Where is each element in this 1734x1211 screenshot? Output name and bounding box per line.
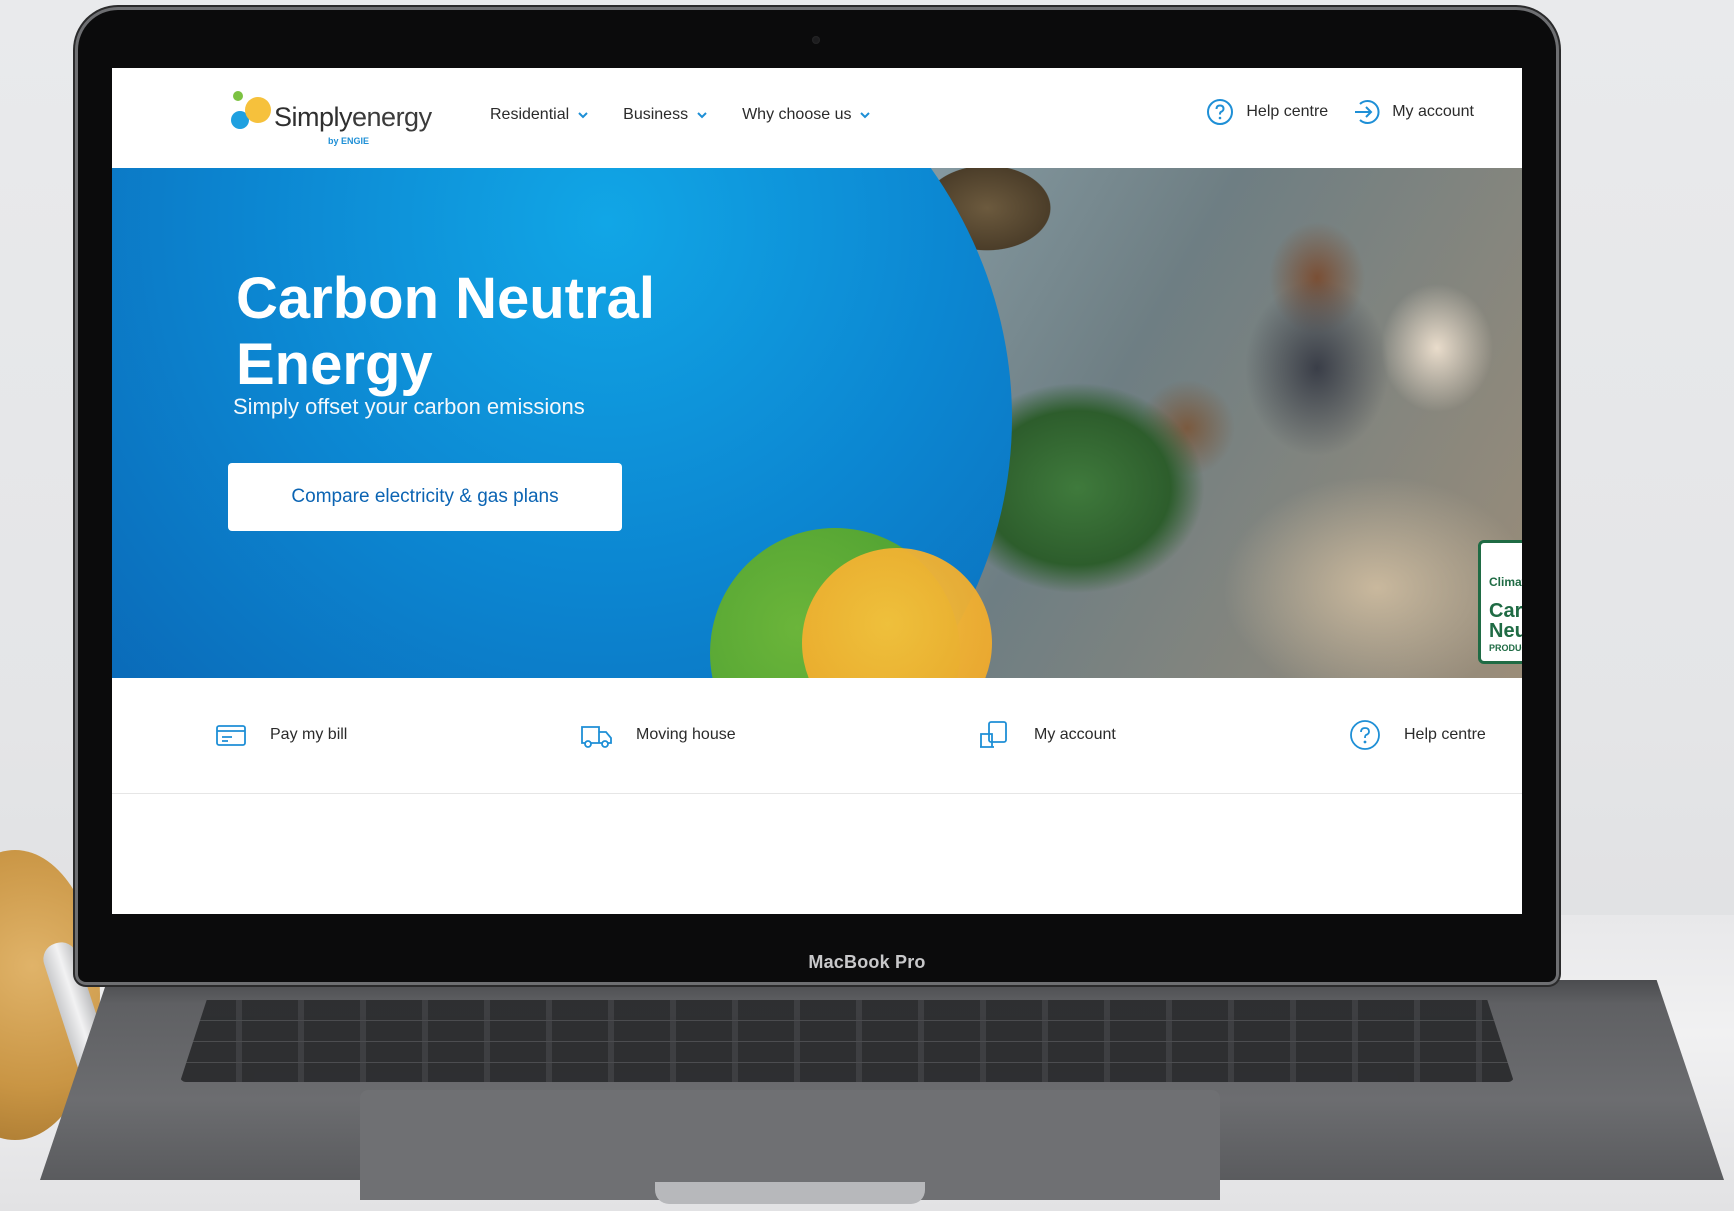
question-icon [1207, 99, 1234, 125]
screen: Simplyenergy by ENGIE Residential Busine… [112, 68, 1522, 914]
chevron-down-icon [697, 112, 707, 119]
utility-nav: Help centre My account [1206, 98, 1474, 126]
quick-links-bar: Pay my bill Moving house My account Help… [112, 678, 1522, 794]
badge-line4: PRODUC [1489, 643, 1522, 653]
question-icon [1350, 720, 1380, 750]
laptop-front-notch [655, 1182, 925, 1204]
hero-banner: Climate CarbNeu PRODUC Carbon NeutralEne… [112, 168, 1522, 678]
header-help-centre-link[interactable]: Help centre [1206, 98, 1328, 126]
quick-link-label: My account [1034, 726, 1116, 743]
header-my-account-label: My account [1392, 103, 1474, 120]
quick-link-label: Pay my bill [270, 726, 348, 743]
quick-link-pay-my-bill[interactable]: Pay my bill [214, 718, 347, 752]
device-label: MacBook Pro [808, 952, 926, 972]
nav-business-label: Business [623, 106, 689, 123]
nav-residential-label: Residential [490, 106, 570, 123]
header-my-account-link[interactable]: My account [1352, 98, 1474, 126]
logo-wordmark: Simplyenergy [274, 102, 432, 132]
main-nav: Residential Business Why choose us [490, 106, 871, 124]
chevron-down-icon [860, 112, 871, 119]
quick-link-help-centre[interactable]: Help centre [1348, 718, 1486, 752]
quick-link-my-account[interactable]: My account [978, 718, 1116, 752]
hero-subtitle: Simply offset your carbon emissions [233, 394, 585, 419]
badge-line2: CarbNeu [1489, 600, 1522, 642]
nav-why-choose-us[interactable]: Why choose us [742, 106, 871, 124]
keyboard-row [180, 1020, 1514, 1021]
bill-icon [216, 725, 246, 746]
camera-icon [812, 36, 820, 44]
badge-line1: Climate [1489, 575, 1522, 589]
keyboard-row [180, 1062, 1514, 1063]
laptop-icon [980, 721, 1007, 748]
logo-dots-icon [231, 91, 271, 129]
login-arrow-icon [1355, 100, 1380, 124]
chevron-down-icon [578, 112, 588, 119]
keyboard [180, 1000, 1514, 1082]
truck-icon [581, 726, 612, 748]
quick-link-label: Help centre [1404, 726, 1486, 743]
site-header: Simplyenergy by ENGIE Residential Busine… [112, 68, 1522, 168]
keyboard-row [180, 1041, 1514, 1042]
logo-byline: by ENGIE [328, 136, 370, 146]
header-help-centre-label: Help centre [1246, 103, 1329, 120]
nav-business[interactable]: Business [623, 106, 708, 124]
nav-why-choose-us-label: Why choose us [742, 106, 852, 123]
quick-link-label: Moving house [636, 726, 736, 743]
logo[interactable]: Simplyenergy by ENGIE [230, 88, 440, 148]
climate-active-badge: Climate CarbNeu PRODUC [1478, 540, 1522, 664]
quick-link-moving-house[interactable]: Moving house [580, 718, 736, 752]
nav-residential[interactable]: Residential [490, 106, 589, 124]
compare-plans-button[interactable]: Compare electricity & gas plans [228, 463, 622, 531]
hero-title: Carbon Neutral Energy [236, 266, 655, 397]
